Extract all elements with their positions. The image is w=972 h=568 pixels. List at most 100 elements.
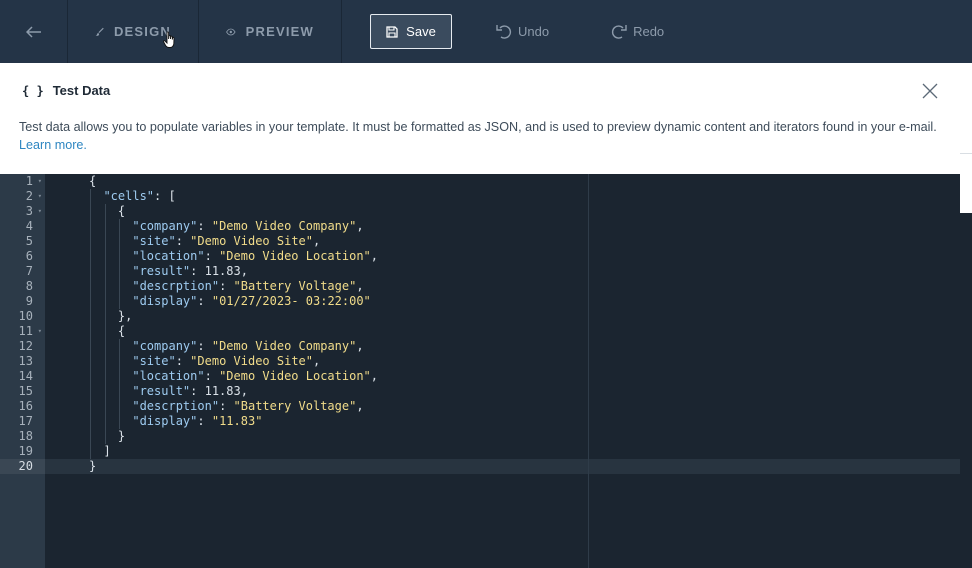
code-line[interactable]: "location": "Demo Video Location", <box>45 249 960 264</box>
code-token: : <box>197 414 212 428</box>
code-token: "display" <box>132 294 198 308</box>
redo-button-label: Redo <box>633 24 665 39</box>
code-token: , <box>313 234 321 248</box>
panel-title: { } Test Data <box>22 83 110 98</box>
line-number: 4 <box>25 219 33 233</box>
code-line[interactable]: "descrption": "Battery Voltage", <box>45 399 960 414</box>
code-token: "01/27/2023- 03:22:00" <box>211 294 371 308</box>
save-button-label: Save <box>406 24 436 39</box>
tab-design[interactable]: DESIGN <box>68 0 199 63</box>
code-token: ] <box>103 444 111 458</box>
code-line[interactable]: "site": "Demo Video Site", <box>45 234 960 249</box>
tab-preview[interactable]: PREVIEW <box>199 0 342 63</box>
learn-more-link[interactable]: Learn more. <box>19 138 87 152</box>
code-line[interactable]: { <box>45 174 960 189</box>
line-number: 13 <box>18 354 33 368</box>
line-number: 8 <box>25 279 33 293</box>
code-line[interactable]: "result": 11.83, <box>45 384 960 399</box>
code-token: "descrption" <box>132 399 220 413</box>
code-token: , <box>356 219 364 233</box>
code-line[interactable]: "cells": [ <box>45 189 960 204</box>
code-token: "Battery Voltage" <box>233 399 357 413</box>
fold-toggle-icon[interactable]: ▾ <box>38 204 42 219</box>
code-line[interactable]: "display": "01/27/2023- 03:22:00" <box>45 294 960 309</box>
hand-pointer-icon <box>163 31 177 54</box>
braces-icon: { } <box>22 83 44 98</box>
code-token: , <box>356 339 364 353</box>
brush-icon <box>95 27 104 36</box>
indent-guide <box>119 219 121 309</box>
code-token: "location" <box>132 369 205 383</box>
code-line[interactable]: "result": 11.83, <box>45 264 960 279</box>
line-number: 1 ▾ <box>25 174 42 189</box>
json-code-editor[interactable]: 1 ▾ 2 ▾ 3 ▾ 4 5 6 7 8 9 10 11 ▾ 12 13 14 15 16 17 18 19 20 { "c… <box>0 174 960 568</box>
line-number: 20 <box>0 459 45 474</box>
code-token: , <box>313 354 321 368</box>
code-token: "location" <box>132 249 205 263</box>
undo-button-label: Undo <box>518 24 550 39</box>
code-token: "site" <box>132 234 176 248</box>
code-token: "Demo Video Location" <box>219 369 371 383</box>
code-token: "result" <box>132 264 191 278</box>
undo-button[interactable]: Undo <box>496 24 549 40</box>
code-token: "Demo Video Company" <box>211 339 357 353</box>
code-line[interactable]: "company": "Demo Video Company", <box>45 339 960 354</box>
code-line[interactable]: ] <box>45 444 960 459</box>
line-number: 19 <box>18 444 33 458</box>
line-number: 12 <box>18 339 33 353</box>
fold-toggle-icon[interactable]: ▾ <box>38 324 42 339</box>
line-number: 14 <box>18 369 33 383</box>
code-token: : <box>197 219 212 233</box>
line-number: 18 <box>18 429 33 443</box>
code-line[interactable]: "company": "Demo Video Company", <box>45 219 960 234</box>
toolbar-actions: Save Undo Redo <box>342 0 664 63</box>
arrow-left-icon <box>25 25 41 38</box>
code-token: "descrption" <box>132 279 220 293</box>
save-button[interactable]: Save <box>370 14 452 49</box>
code-token: : <box>204 369 220 383</box>
floppy-disk-icon <box>386 25 398 38</box>
line-number: 2 ▾ <box>25 189 42 204</box>
code-token: }, <box>117 309 133 323</box>
line-number: 15 <box>18 384 33 398</box>
code-line[interactable]: { <box>45 324 960 339</box>
code-token: } <box>89 459 97 473</box>
divider <box>960 153 972 154</box>
code-line[interactable]: "display": "11.83" <box>45 414 960 429</box>
line-number: 5 <box>25 234 33 248</box>
code-line[interactable]: "descrption": "Battery Voltage", <box>45 279 960 294</box>
fold-toggle-icon[interactable]: ▾ <box>38 174 42 189</box>
code-token: "site" <box>132 354 176 368</box>
code-line[interactable]: } <box>45 429 960 444</box>
code-line[interactable]: { <box>45 204 960 219</box>
undo-icon <box>496 24 512 39</box>
close-icon <box>922 83 938 99</box>
code-line[interactable]: "site": "Demo Video Site", <box>45 354 960 369</box>
tab-preview-label: PREVIEW <box>245 24 314 39</box>
editor-toolbar: DESIGN PREVIEW Save Undo Redo <box>0 0 972 63</box>
redo-button[interactable]: Redo <box>611 24 664 40</box>
code-token: "Demo Video Site" <box>190 234 313 248</box>
code-token: { <box>117 324 126 338</box>
code-line[interactable]: } <box>45 459 960 474</box>
code-token: : [ <box>154 189 176 203</box>
panel-description: Test data allows you to populate variabl… <box>19 118 949 154</box>
code-token: , <box>356 399 364 413</box>
test-data-panel: { } Test Data Test data allows you to po… <box>0 63 960 174</box>
line-number: 6 <box>25 249 33 263</box>
right-side-strip <box>960 63 972 213</box>
code-line[interactable]: "location": "Demo Video Location", <box>45 369 960 384</box>
line-number: 16 <box>18 399 33 413</box>
fold-toggle-icon[interactable]: ▾ <box>38 189 42 204</box>
code-area[interactable]: { "cells": [ { "company": "Demo Video Co… <box>45 174 960 474</box>
close-button[interactable] <box>922 83 938 104</box>
indent-guide <box>90 189 92 459</box>
line-number: 3 ▾ <box>25 204 42 219</box>
print-margin-line <box>588 174 589 568</box>
code-token: "cells" <box>103 189 155 203</box>
code-token: : <box>175 234 191 248</box>
code-token: 11.83 <box>204 264 241 278</box>
back-button[interactable] <box>0 0 68 63</box>
code-line[interactable]: }, <box>45 309 960 324</box>
code-token: : <box>175 354 191 368</box>
